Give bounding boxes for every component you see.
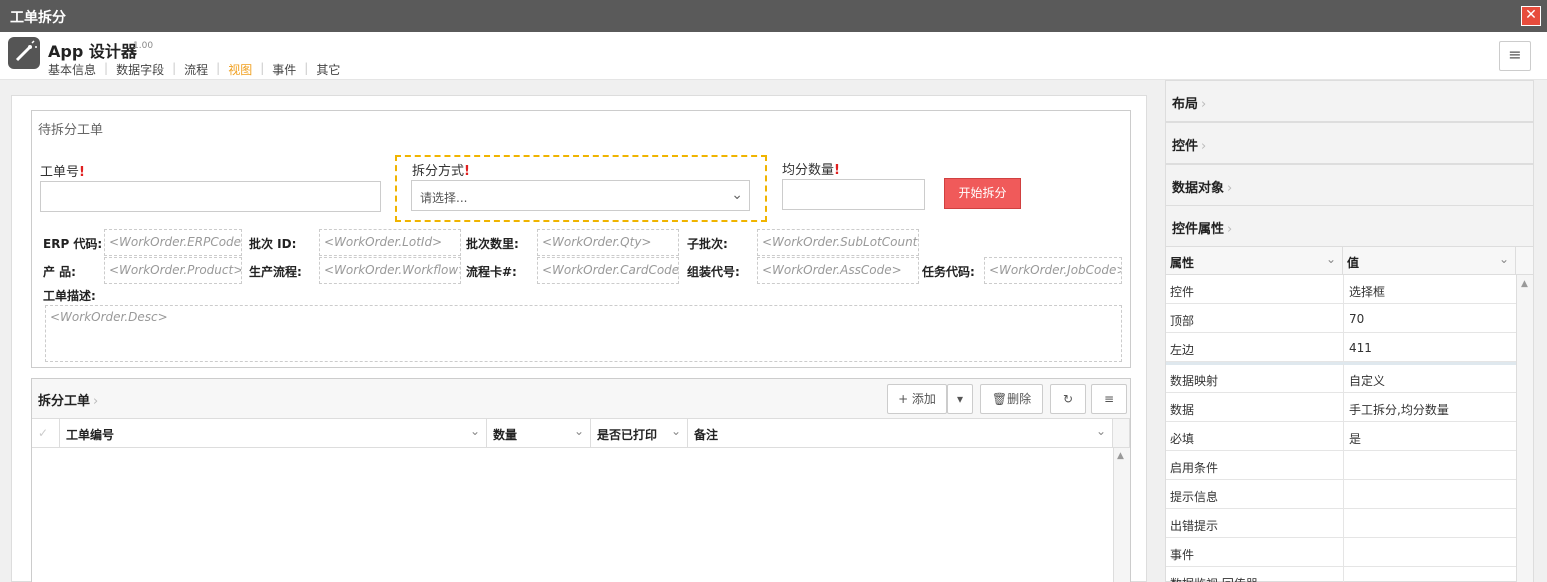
property-grid-header: 属性 ⌄ 值 ⌄ [1166, 247, 1533, 275]
app-window: 工单拆分 ✕ App 设计器 1.00 基本信息 | 数据字段 | 流程 | 视图 | … [0, 0, 1547, 582]
chevron-down-icon: ⌄ [573, 424, 584, 438]
prop-row[interactable]: 数据 手工拆分,均分数量 [1166, 393, 1516, 422]
chevron-down-icon: ⌄ [1325, 252, 1336, 266]
prop-row[interactable]: 必填是 [1166, 422, 1516, 451]
chevron-down-icon: ⌄ [670, 424, 681, 438]
window-title: 工单拆分 [10, 10, 66, 26]
grid-menu-icon[interactable]: ≡ [1091, 384, 1127, 414]
job-code-field[interactable]: <WorkOrder.JobCode> [984, 257, 1122, 284]
app-name: App 设计器 [48, 42, 137, 61]
desc-label: 工单描述: [43, 289, 96, 303]
workflow-label: 生产流程: [249, 265, 302, 279]
lot-id-field[interactable]: <WorkOrder.LotId> [319, 229, 461, 256]
even-qty-label: 均分数量! [782, 163, 840, 178]
product-label: 产 品: [43, 265, 76, 279]
start-split-button[interactable]: 开始拆分 [944, 178, 1021, 209]
grid-toolbar: 拆分工单 › + 添加 ▾ 🗑删除 ↻ ≡ [32, 379, 1130, 419]
prop-row[interactable]: 出错提示 [1166, 509, 1516, 538]
menu-events[interactable]: 事件 [272, 61, 296, 78]
col-workorder-no[interactable]: 工单编号 ⌄ [60, 419, 487, 448]
sublot-field[interactable]: <WorkOrder.SubLotCount> [757, 229, 919, 256]
prop-row[interactable]: 启用条件 [1166, 451, 1516, 480]
col-qty[interactable]: 数量 ⌄ [487, 419, 591, 448]
refresh-icon[interactable]: ↻ [1050, 384, 1086, 414]
scroll-up-icon[interactable]: ▲ [1117, 451, 1124, 461]
ass-code-label: 组装代号: [687, 265, 740, 279]
design-canvas: 待拆分工单 工单号! 拆分方式! 请选择... ⌄ 均分数量! 开始拆分 ERP… [0, 80, 1157, 582]
close-icon[interactable]: ✕ [1521, 6, 1541, 26]
job-code-label: 任务代码: [922, 265, 975, 279]
grid-scrollbar[interactable]: ▲ [1113, 448, 1130, 582]
delete-button[interactable]: 🗑删除 [980, 384, 1043, 414]
lot-qty-field[interactable]: <WorkOrder.Qty> [537, 229, 679, 256]
col-value[interactable]: 值 ⌄ [1343, 247, 1516, 275]
prop-row[interactable]: 提示信息 [1166, 480, 1516, 509]
chevron-down-icon: ⌄ [469, 424, 480, 438]
section-control-properties[interactable]: 控件属性 › [1165, 205, 1534, 247]
property-grid: 属性 ⌄ 值 ⌄ 控件 选择框 顶部 70 左边 411 数据映射 自定义 数据 手工拆分,均… [1165, 246, 1534, 582]
app-header: App 设计器 1.00 基本信息 | 数据字段 | 流程 | 视图 | 事件 | 其它 … [0, 32, 1547, 80]
trash-icon: 🗑 [991, 392, 1008, 406]
product-field[interactable]: <WorkOrder.Product> [104, 257, 242, 284]
grid-title: 拆分工单 › [38, 394, 99, 409]
erp-code-label: ERP 代码: [43, 237, 103, 251]
fieldset-pending-workorder: 待拆分工单 工单号! 拆分方式! 请选择... ⌄ 均分数量! 开始拆分 ERP… [31, 110, 1131, 368]
col-remark[interactable]: 备注 ⌄ [688, 419, 1113, 448]
title-bar: 工单拆分 ✕ [0, 0, 1547, 32]
workorder-label: 工单号! [40, 165, 85, 180]
col-printed[interactable]: 是否已打印 ⌄ [591, 419, 688, 448]
chevron-down-icon: ⌄ [731, 187, 743, 203]
menu-data-fields[interactable]: 数据字段 [116, 61, 164, 78]
select-all-checkbox[interactable]: ✓ [32, 419, 60, 448]
prop-row[interactable]: 数据映射 自定义 [1166, 364, 1516, 393]
menu-basic-info[interactable]: 基本信息 [48, 61, 96, 78]
magic-wand-icon [8, 37, 40, 69]
add-dropdown-button[interactable]: ▾ [947, 384, 973, 414]
add-button[interactable]: + 添加 [887, 384, 947, 414]
header-filler [1113, 419, 1130, 448]
fieldset-title: 待拆分工单 [38, 123, 104, 138]
lot-qty-label: 批次数里: [466, 237, 519, 251]
menu-workflow[interactable]: 流程 [184, 61, 208, 78]
prop-row[interactable]: 事件 [1166, 538, 1516, 567]
menu-view[interactable]: 视图 [228, 61, 252, 78]
hamburger-menu-icon[interactable]: ≡ [1499, 41, 1531, 71]
chevron-down-icon: ⌄ [1498, 252, 1509, 266]
desc-field[interactable]: <WorkOrder.Desc> [45, 305, 1122, 362]
card-code-label: 流程卡#: [466, 265, 517, 279]
ass-code-field[interactable]: <WorkOrder.AssCode> [757, 257, 919, 284]
workflow-field[interactable]: <WorkOrder.Workflow> [319, 257, 461, 284]
chevron-down-icon: ⌄ [1095, 424, 1106, 438]
col-property[interactable]: 属性 ⌄ [1166, 247, 1343, 275]
prop-row[interactable]: 控件 选择框 [1166, 275, 1516, 304]
app-version: 1.00 [133, 41, 154, 51]
section-layout[interactable]: 布局 › [1165, 80, 1534, 122]
section-controls[interactable]: 控件 › [1165, 122, 1534, 164]
scroll-up-icon[interactable]: ▲ [1521, 279, 1528, 289]
prop-row[interactable]: 左边 411 [1166, 333, 1516, 362]
property-scrollbar[interactable]: ▲ [1516, 275, 1533, 582]
form-panel: 待拆分工单 工单号! 拆分方式! 请选择... ⌄ 均分数量! 开始拆分 ERP… [11, 95, 1147, 582]
lot-id-label: 批次 ID: [249, 237, 297, 251]
workorder-input[interactable] [40, 181, 381, 212]
split-method-select[interactable]: 请选择... ⌄ [411, 180, 750, 211]
erp-code-field[interactable]: <WorkOrder.ERPCode> [104, 229, 242, 256]
prop-row[interactable]: 顶部 70 [1166, 304, 1516, 333]
properties-panel: 布局 › 控件 › 数据对象 › 控件属性 › 属性 ⌄ 值 ⌄ 控件 选择框 顶部 70 左边… [1157, 80, 1547, 582]
split-workorder-grid: 拆分工单 › + 添加 ▾ 🗑删除 ↻ ≡ ✓ 工单编号 ⌄ 数量 ⌄ 是否已打印 ⌄ … [31, 378, 1131, 582]
even-qty-input[interactable] [782, 179, 925, 210]
card-code-field[interactable]: <WorkOrder.CardCode> [537, 257, 679, 284]
prop-row[interactable]: 数据监视 回传器 [1166, 567, 1516, 582]
section-data-objects[interactable]: 数据对象 › [1165, 164, 1534, 206]
split-method-label: 拆分方式! [412, 164, 470, 179]
design-menu: 基本信息 | 数据字段 | 流程 | 视图 | 事件 | 其它 [48, 61, 341, 78]
sublot-label: 子批次: [687, 237, 728, 251]
menu-other[interactable]: 其它 [316, 61, 340, 78]
